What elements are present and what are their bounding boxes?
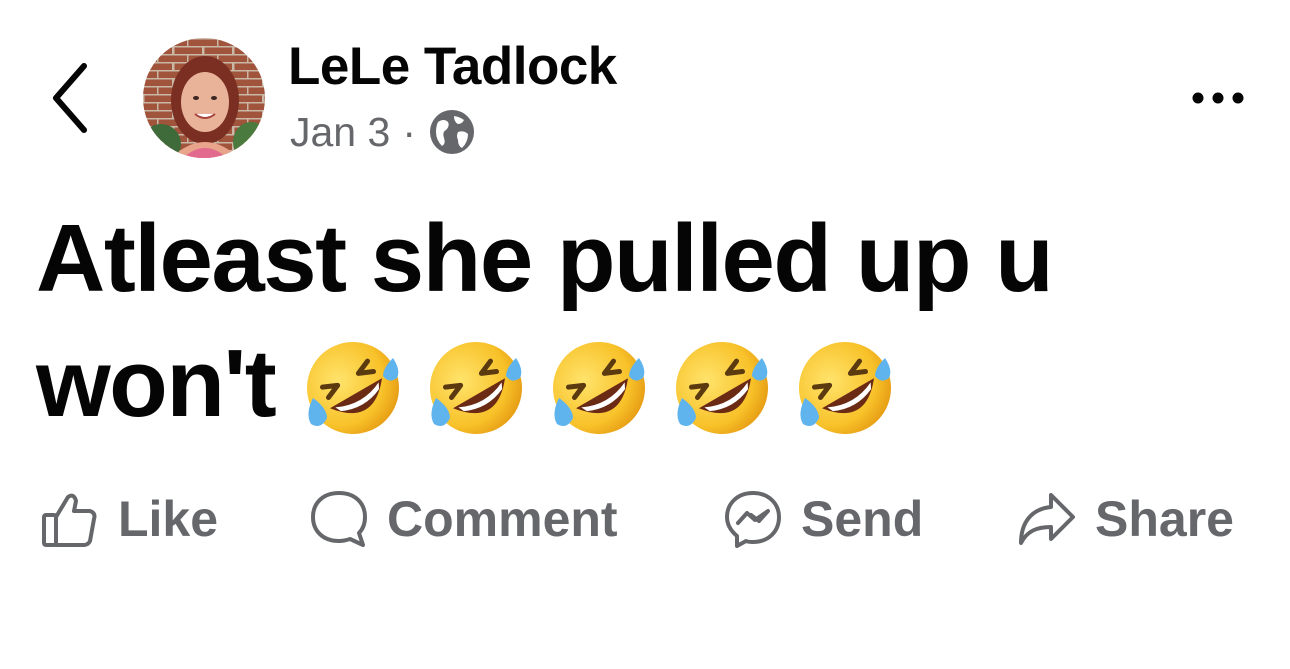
globe-icon [428,108,476,156]
laughing-emoji [547,336,651,440]
send-label: Send [801,491,924,547]
thumbs-up-icon [40,489,100,549]
like-button[interactable]: Like [40,486,218,552]
send-button[interactable]: Send [723,486,923,552]
share-label: Share [1095,491,1234,547]
laughing-emoji [301,336,405,440]
post-date[interactable]: Jan 3 [290,109,390,156]
avatar[interactable] [143,38,265,158]
back-button[interactable] [44,60,94,136]
share-arrow-icon [1017,489,1077,549]
laughing-emoji [793,336,897,440]
laughing-emoji [424,336,528,440]
messenger-icon [723,489,783,549]
more-horizontal-icon [1183,92,1253,120]
more-options-button[interactable] [1183,80,1253,116]
laughing-emoji [670,336,774,440]
comment-label: Comment [387,491,618,547]
meta-separator: · [402,108,416,155]
emoji-row [301,328,916,453]
like-label: Like [118,491,219,547]
author-name[interactable]: LeLe Tadlock [288,32,617,102]
comment-button[interactable]: Comment [309,486,618,552]
post-meta: Jan 3 · [290,106,476,158]
chevron-left-icon [44,60,94,136]
share-button[interactable]: Share [1017,486,1234,552]
post-body: Atleast she pulled up u won't [36,196,1266,453]
comment-bubble-icon [309,489,369,549]
